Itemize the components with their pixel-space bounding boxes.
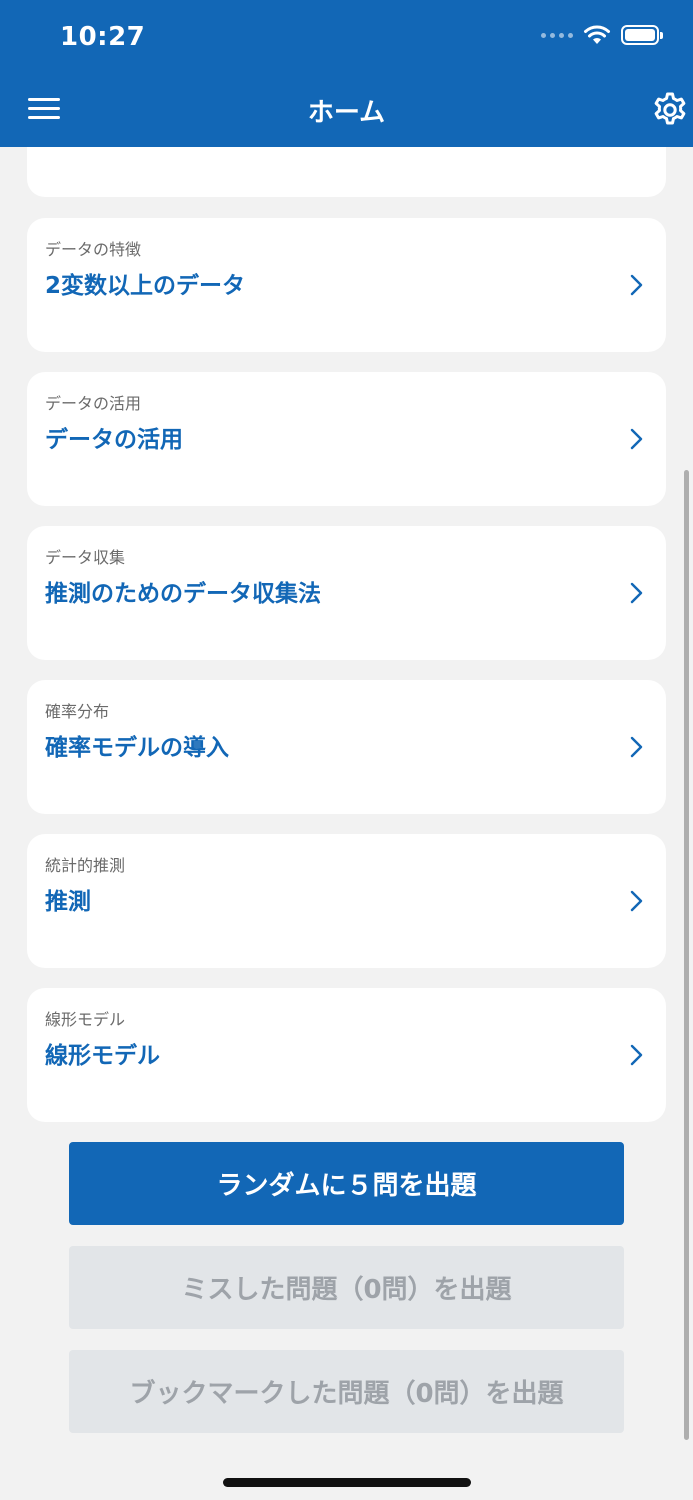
gear-icon[interactable] xyxy=(651,91,689,129)
status-time: 10:27 xyxy=(60,22,146,52)
app-header: 10:27 ホーム xyxy=(0,0,693,147)
list-item-title: 推測 xyxy=(45,889,91,915)
list-item[interactable]: 線形モデル 線形モデル xyxy=(27,988,666,1122)
list-item-category: 確率分布 xyxy=(45,702,110,721)
chevron-right-icon xyxy=(630,1044,643,1066)
list-item-category: データの特徴 xyxy=(45,240,142,259)
list-item-category: データの活用 xyxy=(45,394,142,413)
category-list[interactable]: データの特徴 2変数以上のデータ データの活用 データの活用 データ収集 推測の… xyxy=(0,147,693,1500)
list-item-title: 2変数以上のデータ xyxy=(45,273,246,299)
list-item-partial[interactable] xyxy=(27,147,666,197)
scrollbar[interactable] xyxy=(684,470,689,1440)
missed-quiz-button[interactable]: ミスした問題（0問）を出題 xyxy=(69,1246,624,1329)
battery-icon xyxy=(621,25,663,45)
list-item-category: 線形モデル xyxy=(45,1010,126,1029)
chevron-right-icon xyxy=(630,890,643,912)
list-item-title: 確率モデルの導入 xyxy=(45,735,229,761)
list-item[interactable]: 統計的推測 推測 xyxy=(27,834,666,968)
random-quiz-button[interactable]: ランダムに５問を出題 xyxy=(69,1142,624,1225)
cellular-signal-icon xyxy=(541,32,573,38)
list-item-title: データの活用 xyxy=(45,427,183,453)
status-icons xyxy=(541,24,663,46)
chevron-right-icon xyxy=(630,582,643,604)
chevron-right-icon xyxy=(630,274,643,296)
screen: 10:27 ホーム データの特徴 2変数以上のデータ データの活用 データの活用… xyxy=(0,0,693,1500)
list-item-title: 推測のためのデータ収集法 xyxy=(45,581,321,607)
chevron-right-icon xyxy=(630,428,643,450)
chevron-right-icon xyxy=(630,736,643,758)
list-item[interactable]: データの特徴 2変数以上のデータ xyxy=(27,218,666,352)
list-item-category: データ収集 xyxy=(45,548,126,567)
bookmarked-quiz-button[interactable]: ブックマークした問題（0問）を出題 xyxy=(69,1350,624,1433)
wifi-icon xyxy=(584,25,610,44)
list-item-title: 線形モデル xyxy=(45,1043,160,1069)
list-item[interactable]: 確率分布 確率モデルの導入 xyxy=(27,680,666,814)
list-item-category: 統計的推測 xyxy=(45,856,126,875)
list-item[interactable]: データの活用 データの活用 xyxy=(27,372,666,506)
home-indicator[interactable] xyxy=(223,1478,471,1487)
list-item[interactable]: データ収集 推測のためのデータ収集法 xyxy=(27,526,666,660)
page-title: ホーム xyxy=(307,98,386,128)
